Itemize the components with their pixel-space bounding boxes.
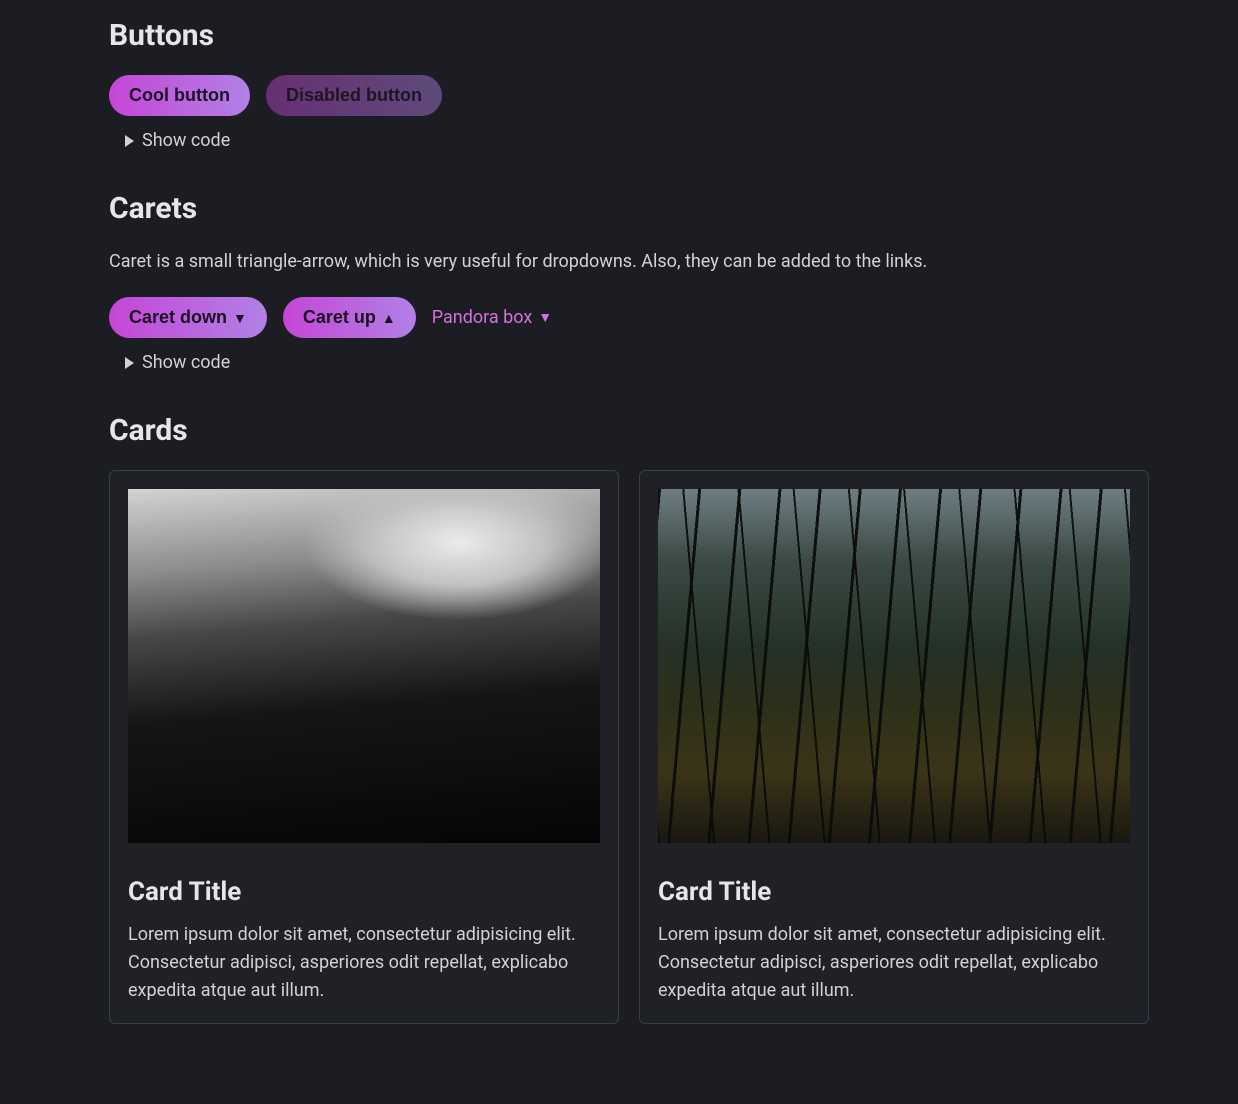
show-code-label: Show code <box>142 130 230 151</box>
disabled-button: Disabled button <box>266 75 442 116</box>
card-title: Card Title <box>658 877 1130 907</box>
buttons-row: Cool button Disabled button <box>109 75 1149 116</box>
carets-description: Caret is a small triangle-arrow, which i… <box>109 248 1149 275</box>
section-heading-buttons: Buttons <box>109 18 1149 53</box>
caret-up-button[interactable]: Caret up ▲ <box>283 297 416 338</box>
card-body: Lorem ipsum dolor sit amet, consectetur … <box>128 921 600 1005</box>
show-code-label: Show code <box>142 352 230 373</box>
card: Card Title Lorem ipsum dolor sit amet, c… <box>109 470 619 1024</box>
pandora-box-label: Pandora box <box>432 307 533 328</box>
caret-down-label: Caret down <box>129 307 227 328</box>
card-image <box>128 489 600 843</box>
section-heading-cards: Cards <box>109 413 1149 448</box>
caret-down-icon: ▼ <box>233 311 247 325</box>
show-code-carets[interactable]: Show code <box>125 352 1149 373</box>
caret-right-icon <box>125 135 134 147</box>
card-title: Card Title <box>128 877 600 907</box>
section-heading-carets: Carets <box>109 191 1149 226</box>
cool-button[interactable]: Cool button <box>109 75 250 116</box>
caret-down-button[interactable]: Caret down ▼ <box>109 297 267 338</box>
caret-up-icon: ▲ <box>382 311 396 325</box>
caret-up-label: Caret up <box>303 307 376 328</box>
card: Card Title Lorem ipsum dolor sit amet, c… <box>639 470 1149 1024</box>
carets-row: Caret down ▼ Caret up ▲ Pandora box ▼ <box>109 297 1149 338</box>
card-image <box>658 489 1130 843</box>
cards-grid: Card Title Lorem ipsum dolor sit amet, c… <box>109 470 1149 1024</box>
caret-right-icon <box>125 357 134 369</box>
card-body: Lorem ipsum dolor sit amet, consectetur … <box>658 921 1130 1005</box>
show-code-buttons[interactable]: Show code <box>125 130 1149 151</box>
pandora-box-link[interactable]: Pandora box ▼ <box>432 307 552 328</box>
caret-down-icon: ▼ <box>538 311 552 325</box>
